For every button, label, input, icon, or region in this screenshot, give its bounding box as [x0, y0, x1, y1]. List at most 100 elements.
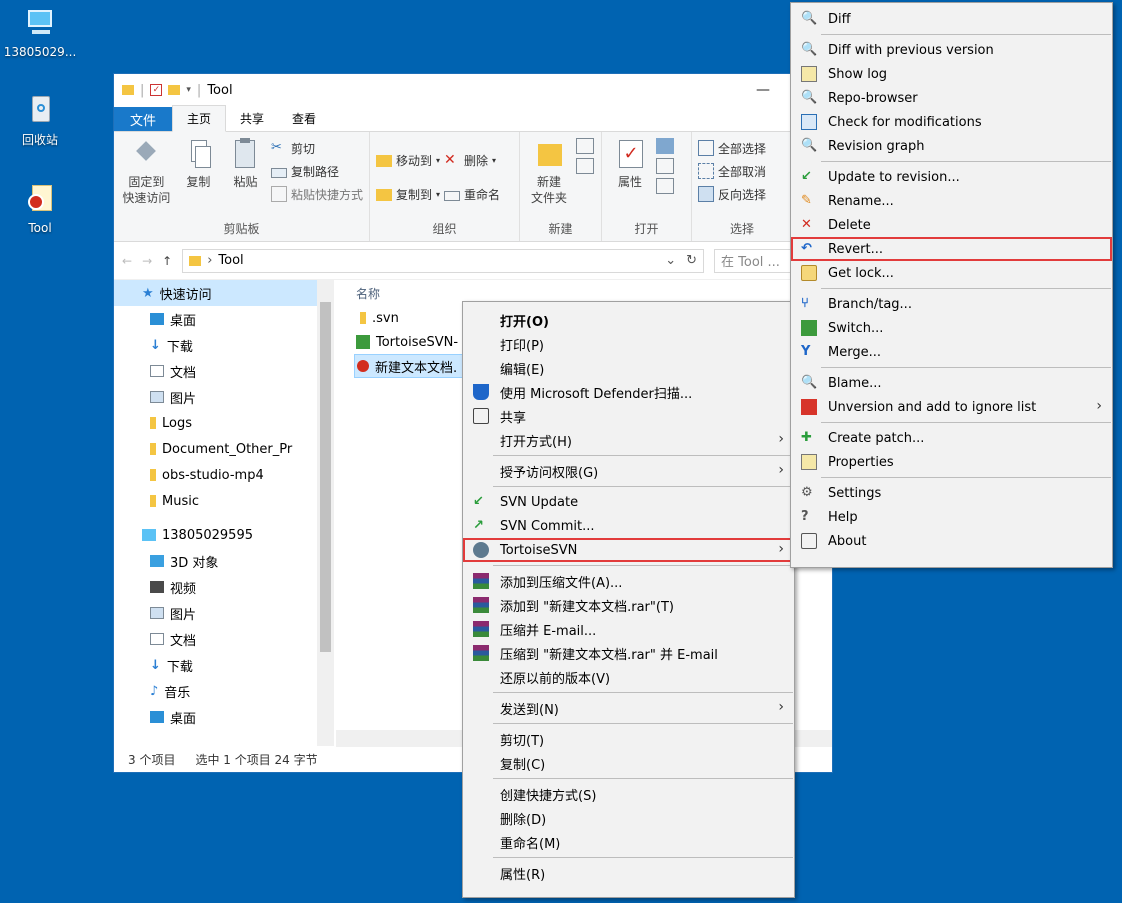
menu-item-svn-update[interactable]: ↙ SVN Update	[463, 490, 794, 514]
menu-item-edit[interactable]: 编辑(E)	[463, 356, 794, 380]
menu-item-share[interactable]: 共享	[463, 404, 794, 428]
document-icon	[150, 365, 164, 377]
menu-item-restore-previous[interactable]: 还原以前的版本(V)	[463, 665, 794, 689]
svn-item-get-lock[interactable]: Get lock...	[791, 261, 1112, 285]
svn-item-repo-browser[interactable]: 🔍 Repo-browser	[791, 86, 1112, 110]
nav-item-pictures[interactable]: 图片📌	[114, 384, 334, 410]
nav-item-pc-pictures[interactable]: 图片	[114, 600, 334, 626]
nav-item-pc-desktop[interactable]: 桌面	[114, 704, 334, 730]
forward-arrow-icon[interactable]: →	[142, 254, 152, 268]
svn-item-create-patch[interactable]: ✚ Create patch...	[791, 426, 1112, 450]
nav-item-music[interactable]: ♪ 音乐	[114, 678, 334, 704]
tab-home[interactable]: 主页	[172, 105, 227, 132]
back-arrow-icon[interactable]: ←	[122, 254, 132, 268]
menu-item-add-to-rar[interactable]: 添加到 "新建文本文档.rar"(T)	[463, 593, 794, 617]
menu-item-cut[interactable]: 剪切(T)	[463, 727, 794, 751]
menu-item-properties[interactable]: 属性(R)	[463, 861, 794, 885]
nav-item-3d-objects[interactable]: 3D 对象	[114, 548, 334, 574]
svn-item-about[interactable]: About	[791, 529, 1112, 553]
desktop-icon-computer[interactable]: 13805029...	[0, 6, 80, 59]
paste-shortcut-button[interactable]: 粘贴快捷方式	[270, 184, 363, 204]
rename-icon	[444, 190, 461, 201]
nav-item-documents[interactable]: 文档📌	[114, 358, 334, 384]
menu-item-compress-email[interactable]: 压缩并 E-mail...	[463, 617, 794, 641]
invert-selection-button[interactable]: 反向选择	[698, 184, 766, 204]
delete-button[interactable]: ✕ 删除 ▾	[444, 150, 500, 170]
menu-item-open[interactable]: 打开(O)	[463, 308, 794, 332]
easy-access-icon[interactable]	[576, 158, 594, 174]
menu-item-send-to[interactable]: 发送到(N) ›	[463, 696, 794, 720]
svn-item-revert[interactable]: ↶ Revert...	[791, 237, 1112, 261]
nav-item-document-other[interactable]: Document_Other_Pr📌	[114, 436, 334, 462]
svn-item-help[interactable]: ? Help	[791, 505, 1112, 529]
svn-item-settings[interactable]: ⚙ Settings	[791, 481, 1112, 505]
nav-this-pc[interactable]: 13805029595	[114, 522, 334, 548]
desktop-icon-tool[interactable]: Tool	[0, 182, 80, 235]
menu-item-create-shortcut[interactable]: 创建快捷方式(S)	[463, 782, 794, 806]
properties-quick-icon[interactable]: ✓	[150, 84, 163, 96]
menu-item-copy[interactable]: 复制(C)	[463, 751, 794, 775]
menu-item-print[interactable]: 打印(P)	[463, 332, 794, 356]
tab-file[interactable]: 文件	[114, 107, 173, 131]
menu-item-tortoisesvn[interactable]: TortoiseSVN ›	[463, 538, 794, 562]
new-folder-quick-icon[interactable]	[168, 85, 181, 95]
refresh-icon[interactable]: ↻	[686, 253, 697, 268]
svn-item-unversion-ignore[interactable]: Unversion and add to ignore list ›	[791, 395, 1112, 419]
nav-item-logs[interactable]: Logs📌	[114, 410, 334, 436]
winrar-icon	[473, 573, 489, 589]
nav-quick-access[interactable]: ★ 快速访问	[114, 280, 334, 306]
svn-item-properties[interactable]: Properties	[791, 450, 1112, 474]
menu-item-add-to-archive[interactable]: 添加到压缩文件(A)...	[463, 569, 794, 593]
nav-item-pc-documents[interactable]: 文档	[114, 626, 334, 652]
move-to-button[interactable]: 移动到 ▾	[376, 150, 440, 170]
rename-button[interactable]: 重命名	[444, 184, 500, 204]
nav-item-videos[interactable]: 视频	[114, 574, 334, 600]
tab-share[interactable]: 共享	[226, 106, 278, 131]
new-item-icon[interactable]	[576, 138, 594, 154]
cut-button[interactable]: ✂ 剪切	[271, 138, 363, 158]
menu-item-defender-scan[interactable]: 使用 Microsoft Defender扫描...	[463, 380, 794, 404]
scrollbar-thumb[interactable]	[320, 302, 331, 652]
nav-item-obs-studio[interactable]: obs-studio-mp4📌	[114, 462, 334, 488]
svn-item-branch-tag[interactable]: ⑂ Branch/tag...	[791, 292, 1112, 316]
address-dropdown-icon[interactable]: ⌄	[665, 253, 676, 268]
svn-item-switch[interactable]: Switch...	[791, 316, 1112, 340]
svn-item-revision-graph[interactable]: 🔍 Revision graph	[791, 134, 1112, 158]
svn-item-check-modifications[interactable]: Check for modifications	[791, 110, 1112, 134]
svn-item-diff[interactable]: 🔍 Diff	[791, 7, 1112, 31]
svn-item-show-log[interactable]: Show log	[791, 62, 1112, 86]
up-arrow-icon[interactable]: ↑	[162, 254, 172, 268]
nav-item-downloads[interactable]: ↓下载📌	[114, 332, 334, 358]
copy-path-button[interactable]: 复制路径	[270, 161, 363, 181]
nav-item-music-folder[interactable]: Music	[114, 488, 334, 514]
select-none-button[interactable]: 全部取消	[698, 161, 766, 181]
select-all-button[interactable]: 全部选择	[698, 138, 766, 158]
copy-to-button[interactable]: 复制到 ▾	[376, 184, 440, 204]
ribbon: 固定到 快速访问 复制 粘贴 ✂ 剪切 复制路径 粘贴快捷方式 剪贴板 移动到 ▾ …	[114, 132, 832, 242]
nav-scrollbar[interactable]	[317, 280, 334, 746]
nav-item-desktop[interactable]: 桌面📌	[114, 306, 334, 332]
svn-update-icon: ↙	[473, 494, 484, 509]
file-item-selected[interactable]: 新建文本文档.	[354, 354, 474, 378]
minimize-button[interactable]: —	[740, 82, 786, 98]
menu-item-svn-commit[interactable]: ↗ SVN Commit...	[463, 514, 794, 538]
desktop-icon-recycle-bin[interactable]: 回收站	[0, 92, 80, 148]
open-icon[interactable]	[656, 138, 674, 154]
menu-item-compress-rar-email[interactable]: 压缩到 "新建文本文档.rar" 并 E-mail	[463, 641, 794, 665]
address-input[interactable]: › Tool ⌄ ↻	[182, 248, 704, 273]
svn-item-delete[interactable]: ✕ Delete	[791, 213, 1112, 237]
svn-item-rename[interactable]: ✎ Rename...	[791, 189, 1112, 213]
menu-item-rename[interactable]: 重命名(M)	[463, 830, 794, 854]
svn-item-merge[interactable]: Y Merge...	[791, 340, 1112, 364]
svn-item-update-to-revision[interactable]: ↙ Update to revision...	[791, 165, 1112, 189]
quick-access-dropdown[interactable]: ▾	[186, 85, 191, 95]
svn-item-diff-previous[interactable]: 🔍 Diff with previous version	[791, 38, 1112, 62]
history-icon[interactable]	[656, 178, 674, 194]
menu-item-delete[interactable]: 删除(D)	[463, 806, 794, 830]
edit-icon[interactable]	[656, 158, 674, 174]
nav-item-pc-downloads[interactable]: ↓ 下载	[114, 652, 334, 678]
svn-item-blame[interactable]: 🔍 Blame...	[791, 371, 1112, 395]
menu-item-open-with[interactable]: 打开方式(H) ›	[463, 428, 794, 452]
menu-item-grant-access[interactable]: 授予访问权限(G) ›	[463, 459, 794, 483]
tab-view[interactable]: 查看	[278, 106, 330, 131]
